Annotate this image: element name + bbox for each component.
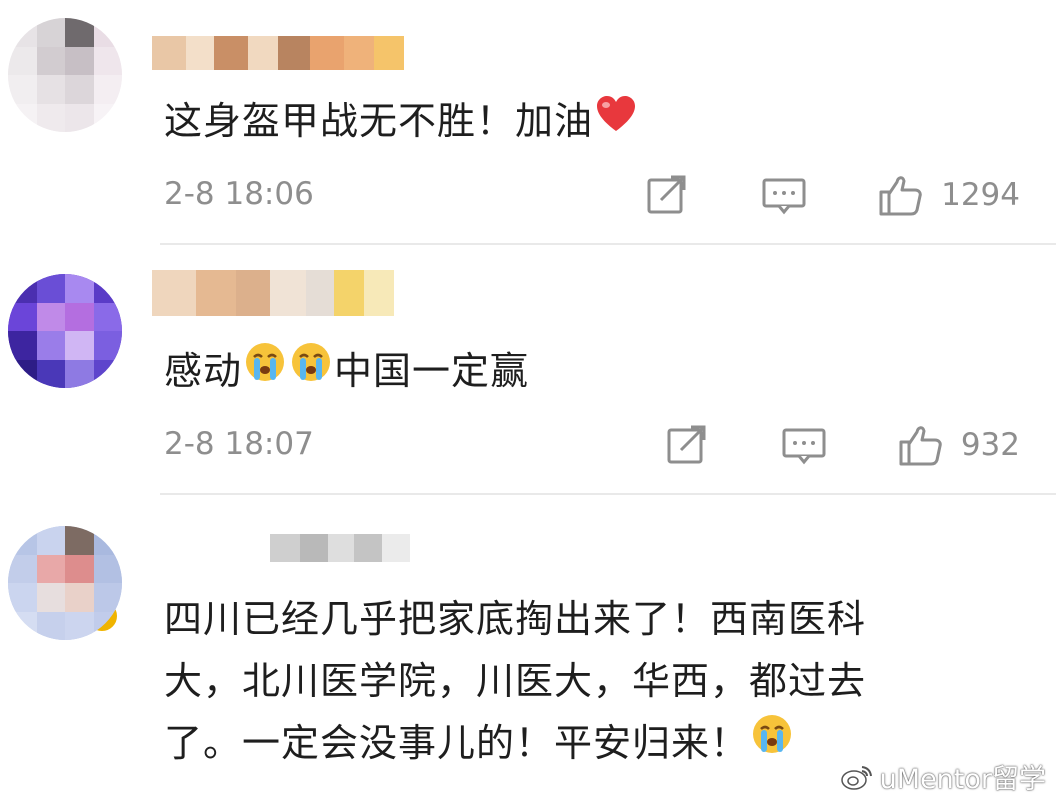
crying-face-emoji: [290, 339, 332, 401]
comment-timestamp: 2-8 18:07: [164, 426, 314, 462]
comment-line: 大，北川医学院，川医大，华西，都过去: [164, 659, 867, 703]
username-redacted[interactable]: [270, 534, 410, 562]
comment-body-start: 感动: [164, 349, 243, 393]
comment-actions: 932: [595, 422, 1020, 468]
comment-body: 这身盔甲战无不胜！加油: [164, 99, 594, 143]
comment-line: 了。一定会没事儿的！平安归来！: [164, 721, 750, 765]
watermark: uMentor留学: [840, 757, 1046, 796]
like-count: 932: [960, 427, 1020, 463]
comment-item: V 感动中国一定赢 2-8 18:07 932: [0, 246, 1056, 634]
like-count: 1294: [941, 177, 1020, 213]
heart-emoji: [595, 89, 637, 151]
avatar[interactable]: [8, 526, 122, 640]
username-redacted[interactable]: [152, 36, 404, 70]
comment-body-end: 中国一定赢: [334, 349, 530, 393]
thumbs-up-icon[interactable]: [877, 172, 923, 218]
repost-icon[interactable]: [645, 172, 691, 218]
comment-feed: 这身盔甲战无不胜！加油 2-8 18:06 1294 V: [0, 0, 1056, 802]
weibo-logo-icon: [840, 765, 872, 790]
crying-face-emoji: [751, 711, 793, 773]
comment-text: 这身盔甲战无不胜！加油: [164, 90, 639, 155]
comment-text: 四川已经几乎把家底掏出来了！西南医科 大，北川医学院，川医大，华西，都过去 了。…: [164, 588, 984, 777]
comment-icon[interactable]: [761, 172, 807, 218]
comment-text: 感动 中国一定赢: [164, 340, 529, 405]
thumbs-up-icon[interactable]: [897, 422, 943, 468]
comment-actions: 1294: [575, 172, 1020, 218]
comment-item: 这身盔甲战无不胜！加油 2-8 18:06 1294: [0, 0, 1056, 244]
divider: [160, 243, 1056, 245]
comment-timestamp: 2-8 18:06: [164, 176, 314, 212]
watermark-text: uMentor留学: [879, 764, 1046, 795]
avatar[interactable]: [8, 18, 122, 132]
comment-icon[interactable]: [781, 422, 827, 468]
repost-icon[interactable]: [665, 422, 711, 468]
comment-line: 四川已经几乎把家底掏出来了！西南医科: [164, 597, 867, 641]
avatar[interactable]: [8, 274, 122, 388]
crying-face-emoji: [244, 339, 286, 401]
divider: [160, 493, 1056, 495]
username-redacted[interactable]: [152, 270, 394, 316]
